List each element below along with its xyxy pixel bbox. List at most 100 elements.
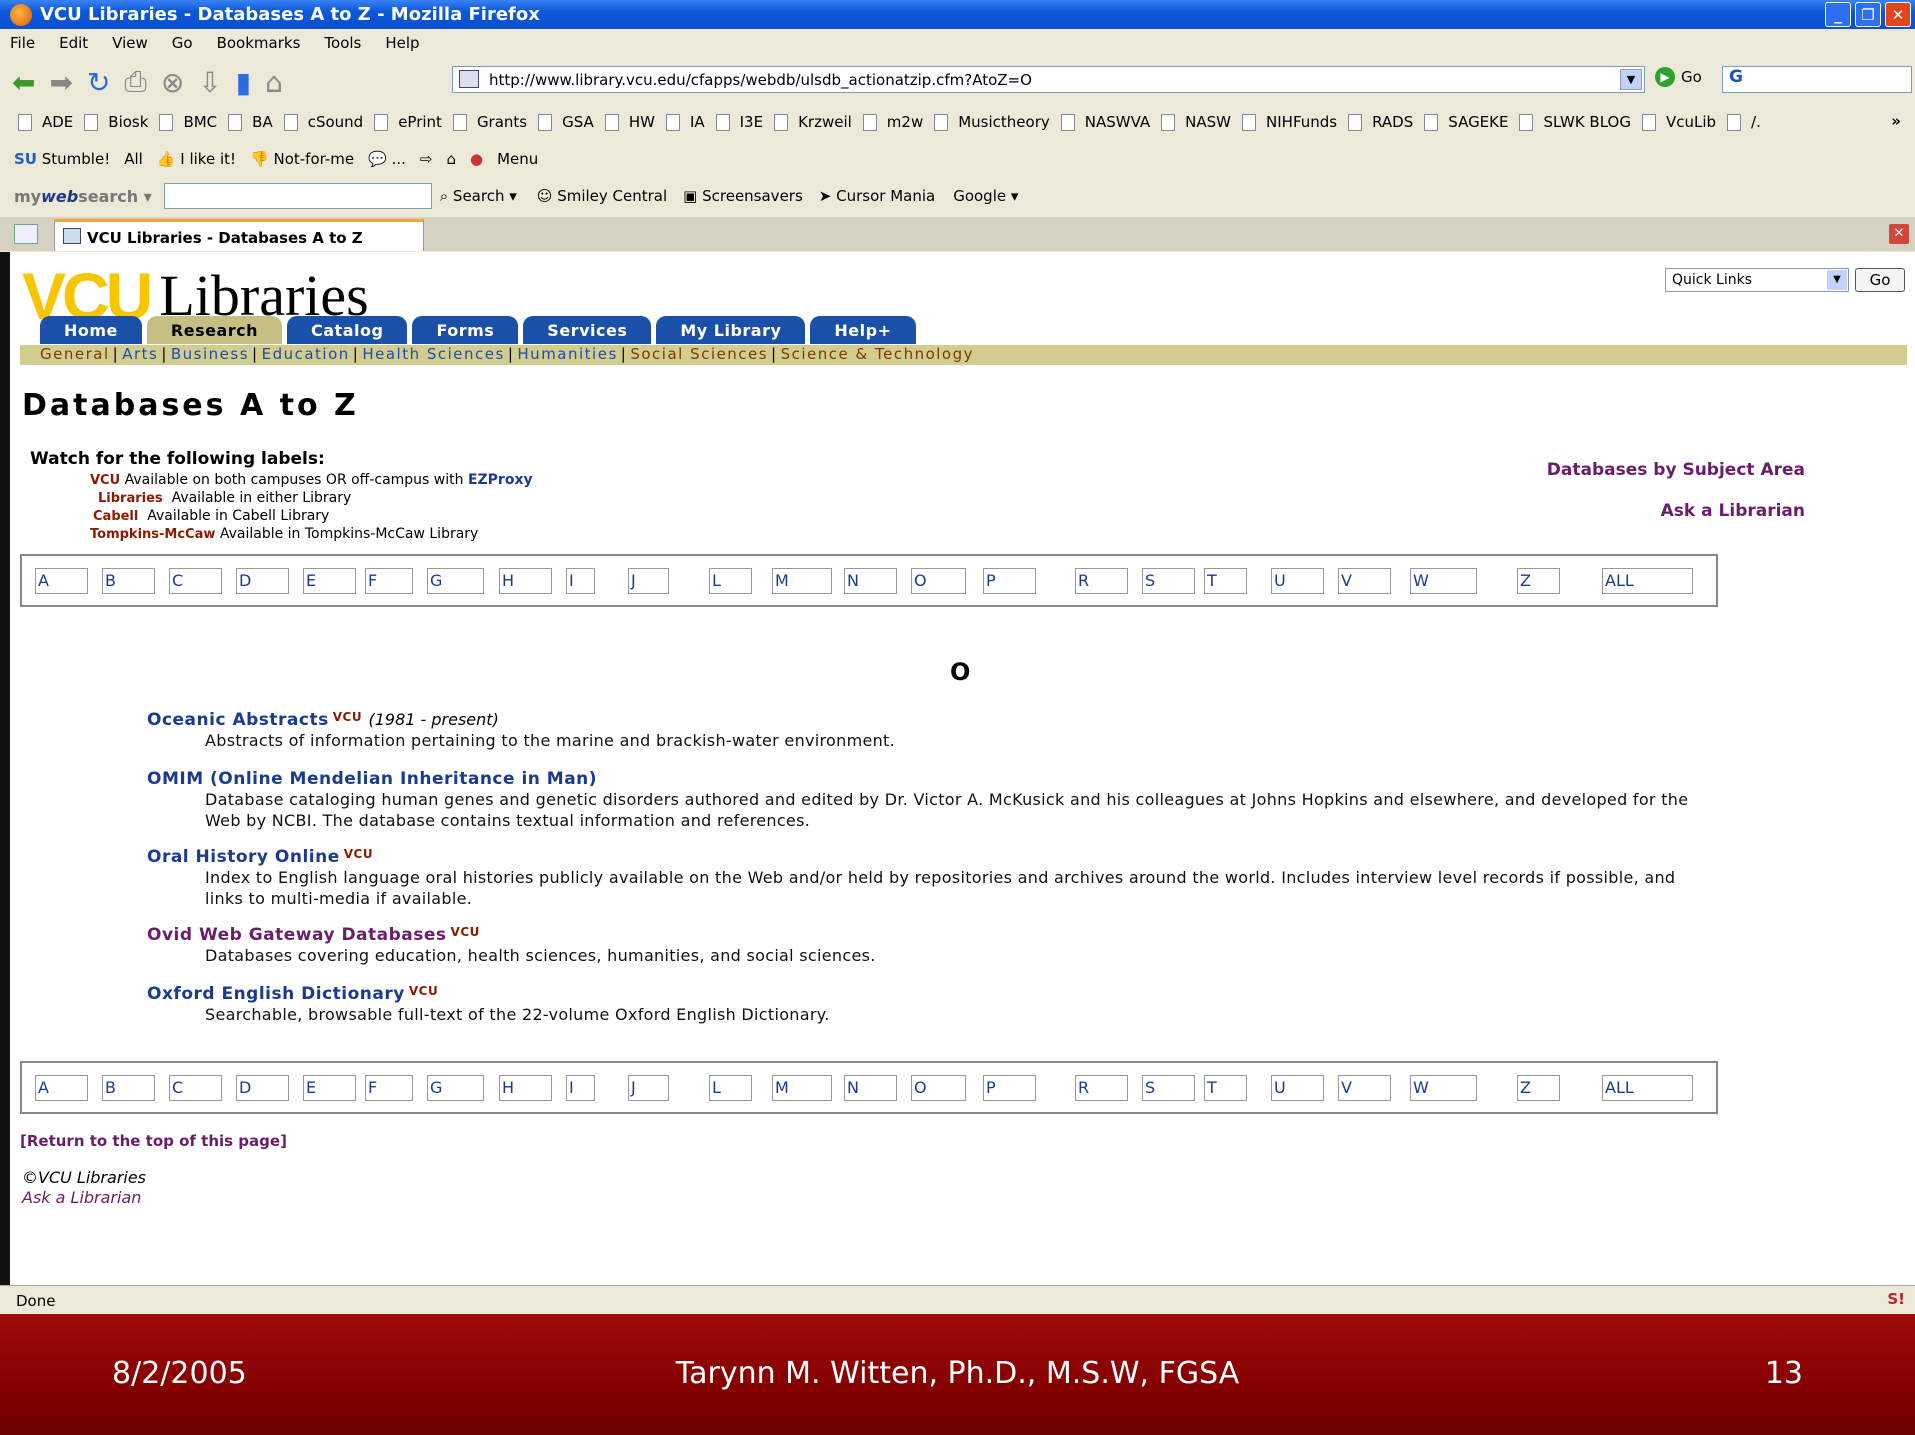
url-field[interactable]: http://www.library.vcu.edu/cfapps/webdb/… bbox=[452, 66, 1645, 93]
az-link-j[interactable]: J bbox=[628, 568, 669, 594]
go-button[interactable]: ▶ Go bbox=[1655, 67, 1702, 87]
az-link-n[interactable]: N bbox=[844, 568, 897, 594]
bookmark-item[interactable]: BA bbox=[228, 113, 273, 131]
mywebsearch-logo[interactable]: mywebsearch ▾ bbox=[14, 187, 152, 206]
more-bookmarks-icon[interactable]: » bbox=[1891, 112, 1901, 130]
bookmark-item[interactable]: GSA bbox=[538, 113, 594, 131]
az-link-g[interactable]: G bbox=[427, 1075, 484, 1101]
bookmark-item[interactable]: Grants bbox=[452, 113, 527, 131]
database-link[interactable]: OMIM (Online Mendelian Inheritance in Ma… bbox=[147, 769, 597, 789]
footer-ask-librarian-link[interactable]: Ask a Librarian bbox=[22, 1188, 146, 1208]
comment-icon[interactable]: 💬 ... bbox=[368, 150, 406, 168]
cursor-mania-link[interactable]: ➤ Cursor Mania bbox=[819, 187, 935, 205]
az-link-w[interactable]: W bbox=[1410, 568, 1477, 594]
az-link-r[interactable]: R bbox=[1075, 1075, 1128, 1101]
database-link[interactable]: Oral History Online bbox=[147, 847, 340, 867]
download-icon[interactable]: ⇩ bbox=[198, 66, 221, 99]
bookmark-item[interactable]: m2w bbox=[862, 113, 923, 131]
ask-a-librarian-link[interactable]: Ask a Librarian bbox=[1547, 491, 1805, 532]
screensavers-link[interactable]: ▣ Screensavers bbox=[683, 187, 803, 205]
su-menu[interactable]: Menu bbox=[497, 150, 538, 168]
tab-services[interactable]: Services bbox=[523, 316, 652, 344]
bookmark-item[interactable]: NIHFunds bbox=[1242, 113, 1337, 131]
az-link-o[interactable]: O bbox=[911, 568, 966, 594]
bookmark-item[interactable]: BMC bbox=[159, 113, 217, 131]
bookmark-item[interactable]: ePrint bbox=[374, 113, 442, 131]
az-link-p[interactable]: P bbox=[983, 568, 1036, 594]
websearch-button[interactable]: ⌕ Search ▾ bbox=[440, 187, 517, 205]
az-link-a[interactable]: A bbox=[35, 568, 88, 594]
back-icon[interactable]: ⬅ bbox=[12, 66, 35, 99]
az-link-l[interactable]: L bbox=[709, 568, 752, 594]
az-link-g[interactable]: G bbox=[427, 568, 484, 594]
az-link-s[interactable]: S bbox=[1142, 1075, 1195, 1101]
vcu-libraries-logo[interactable]: VCU Libraries bbox=[22, 263, 369, 329]
az-link-p[interactable]: P bbox=[983, 1075, 1036, 1101]
send-icon[interactable]: ⇨ bbox=[420, 150, 433, 168]
subnav-arts[interactable]: Arts bbox=[122, 345, 158, 363]
bookmark-item[interactable]: NASWVA bbox=[1060, 113, 1150, 131]
az-link-n[interactable]: N bbox=[844, 1075, 897, 1101]
tab-forms[interactable]: Forms bbox=[412, 316, 519, 344]
az-link-b[interactable]: B bbox=[102, 568, 155, 594]
az-link-h[interactable]: H bbox=[499, 1075, 552, 1101]
az-link-f[interactable]: F bbox=[365, 1075, 413, 1101]
az-link-d[interactable]: D bbox=[236, 568, 289, 594]
az-link-e[interactable]: E bbox=[303, 1075, 356, 1101]
new-tab-icon[interactable] bbox=[14, 224, 38, 244]
menu-file[interactable]: File bbox=[10, 34, 35, 52]
home-icon[interactable]: ⌂ bbox=[265, 66, 283, 99]
bookmark-item[interactable]: Krzweil bbox=[774, 113, 852, 131]
bookmark-item[interactable]: IA bbox=[665, 113, 705, 131]
bookmark-item[interactable]: HW bbox=[604, 113, 655, 131]
az-link-u[interactable]: U bbox=[1271, 568, 1324, 594]
menu-go[interactable]: Go bbox=[172, 34, 193, 52]
print-icon[interactable]: ⎙ bbox=[124, 65, 146, 99]
az-link-c[interactable]: C bbox=[169, 568, 222, 594]
bookmark-item[interactable]: Biosk bbox=[84, 113, 148, 131]
database-link[interactable]: Oxford English Dictionary bbox=[147, 984, 405, 1004]
forward-icon[interactable]: ➡ bbox=[49, 66, 72, 99]
az-link-v[interactable]: V bbox=[1338, 1075, 1391, 1101]
websearch-input[interactable] bbox=[163, 183, 432, 209]
bookmark-item[interactable]: VcuLib bbox=[1641, 113, 1716, 131]
databases-by-subject-link[interactable]: Databases by Subject Area bbox=[1547, 450, 1805, 491]
menu-help[interactable]: Help bbox=[385, 34, 419, 52]
bookmark-icon[interactable]: ▮ bbox=[236, 66, 251, 99]
az-link-r[interactable]: R bbox=[1075, 568, 1128, 594]
az-link-f[interactable]: F bbox=[365, 568, 413, 594]
like-button[interactable]: 👍 I like it! bbox=[157, 150, 236, 168]
subnav-science-technology[interactable]: Science & Technology bbox=[781, 345, 974, 363]
all-dropdown[interactable]: All bbox=[124, 150, 143, 168]
az-link-t[interactable]: T bbox=[1204, 1075, 1247, 1101]
az-link-all[interactable]: ALL bbox=[1602, 568, 1693, 594]
subnav-business[interactable]: Business bbox=[171, 345, 249, 363]
az-link-u[interactable]: U bbox=[1271, 1075, 1324, 1101]
maximize-button[interactable]: ❐ bbox=[1855, 2, 1881, 27]
quick-links-select[interactable]: Quick Links ▼ bbox=[1665, 268, 1849, 292]
tab-home[interactable]: Home bbox=[40, 316, 142, 344]
google-dropdown[interactable]: Google ▾ bbox=[953, 187, 1018, 205]
az-link-all[interactable]: ALL bbox=[1602, 1075, 1693, 1101]
az-link-c[interactable]: C bbox=[169, 1075, 222, 1101]
google-search-field[interactable]: G bbox=[1722, 66, 1912, 93]
az-link-v[interactable]: V bbox=[1338, 568, 1391, 594]
reload-icon[interactable]: ↻ bbox=[87, 66, 110, 99]
quick-links-go-button[interactable]: Go bbox=[1855, 268, 1905, 292]
subnav-health-sciences[interactable]: Health Sciences bbox=[362, 345, 505, 363]
chevron-down-icon[interactable]: ▼ bbox=[1620, 69, 1642, 90]
az-link-w[interactable]: W bbox=[1410, 1075, 1477, 1101]
stumble-button[interactable]: SU Stumble! bbox=[14, 150, 110, 168]
az-link-s[interactable]: S bbox=[1142, 568, 1195, 594]
bookmark-item[interactable]: RADS bbox=[1348, 113, 1413, 131]
tab-databases-a-to-z[interactable]: VCU Libraries - Databases A to Z bbox=[54, 219, 424, 251]
database-link[interactable]: Oceanic Abstracts bbox=[147, 710, 329, 730]
az-link-z[interactable]: Z bbox=[1517, 568, 1560, 594]
az-link-j[interactable]: J bbox=[628, 1075, 669, 1101]
not-for-me-button[interactable]: 👎 Not-for-me bbox=[250, 150, 354, 168]
menu-view[interactable]: View bbox=[112, 34, 148, 52]
menu-tools[interactable]: Tools bbox=[324, 34, 361, 52]
stop-icon[interactable]: ⊗ bbox=[161, 66, 184, 99]
bookmark-item[interactable]: I3E bbox=[715, 113, 763, 131]
az-link-i[interactable]: I bbox=[566, 1075, 595, 1101]
